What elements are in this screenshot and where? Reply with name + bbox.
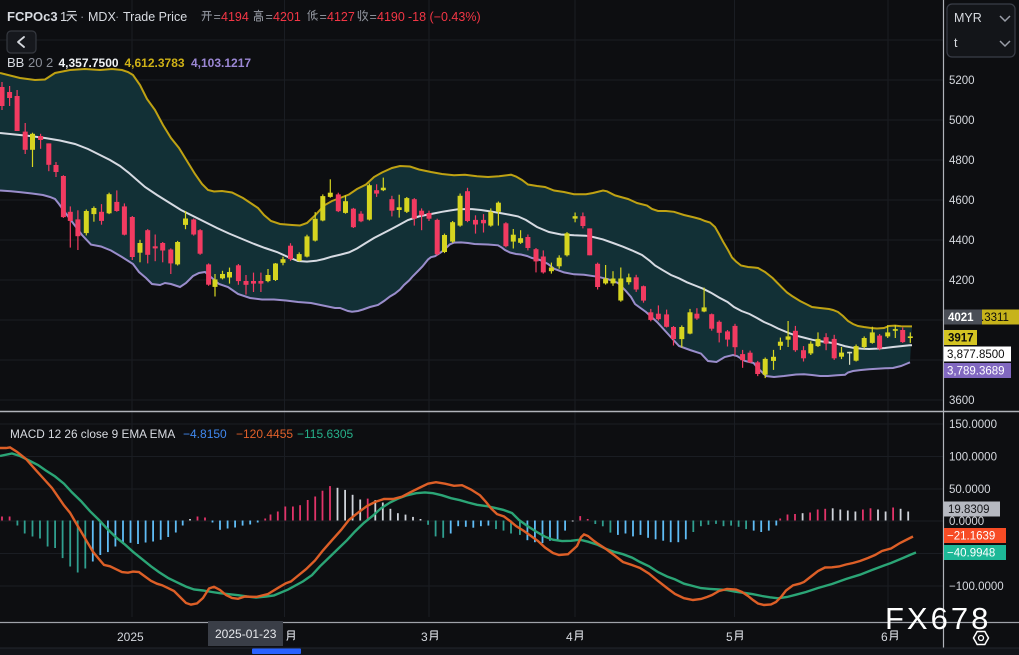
svg-text:4201: 4201 [273,10,301,24]
svg-text:2025: 2025 [117,630,144,644]
svg-text:4,357.7500: 4,357.7500 [59,56,119,70]
svg-text:4200: 4200 [949,275,975,287]
svg-text:1: 1 [60,9,67,24]
svg-text:50.0000: 50.0000 [949,484,991,496]
svg-text:150.0000: 150.0000 [949,419,997,431]
svg-text:4: 4 [566,630,573,644]
svg-text:·: · [115,9,119,24]
svg-text:−4.8150: −4.8150 [183,427,227,441]
svg-text:4,612.3783: 4,612.3783 [125,56,185,70]
svg-text:−21.1639: −21.1639 [947,531,995,543]
svg-text:Trade Price: Trade Price [123,10,187,24]
svg-text:.3311: .3311 [981,312,1009,324]
svg-text:·: · [52,9,56,24]
svg-text:5200: 5200 [949,75,975,87]
svg-text:−115.6305: −115.6305 [297,427,353,441]
svg-text:3600: 3600 [949,395,975,407]
svg-text:4194: 4194 [221,10,249,24]
svg-text:·: · [80,9,84,24]
svg-text:4021: 4021 [948,312,974,324]
svg-text:FX678: FX678 [885,601,991,636]
svg-text:0.0000: 0.0000 [949,516,984,528]
svg-text:3917: 3917 [948,333,974,345]
svg-text:=: = [214,10,221,24]
svg-text:4127: 4127 [327,10,355,24]
svg-text:4400: 4400 [949,235,975,247]
svg-text:FCPOc3: FCPOc3 [7,9,58,24]
svg-text:100.0000: 100.0000 [949,452,997,464]
svg-text:4,103.1217: 4,103.1217 [191,56,251,70]
svg-text:−120.4455: −120.4455 [236,427,293,441]
svg-text:3,877.8500: 3,877.8500 [947,349,1005,361]
svg-text:2025-01-23: 2025-01-23 [215,627,277,641]
svg-text:4190: 4190 [377,10,405,24]
svg-text:5000: 5000 [949,115,975,127]
svg-text:3: 3 [421,630,428,644]
svg-text:3,789.3689: 3,789.3689 [947,366,1005,378]
svg-text:MDX: MDX [88,10,116,24]
svg-text:BB 20 2: BB 20 2 [7,55,53,70]
svg-text:5: 5 [726,630,733,644]
svg-text:−40.9948: −40.9948 [947,548,995,560]
svg-text:4800: 4800 [949,155,975,167]
svg-text:19.8309: 19.8309 [948,504,990,516]
svg-text:−100.0000: −100.0000 [949,581,1004,593]
svg-text:-18 (−0.43%): -18 (−0.43%) [408,10,481,24]
svg-text:4600: 4600 [949,195,975,207]
svg-text:=: = [320,10,327,24]
svg-text:=: = [370,10,377,24]
svg-text:MYR: MYR [954,11,982,25]
svg-text:=: = [266,10,273,24]
svg-text:MACD 12 26 close 9 EMA EMA: MACD 12 26 close 9 EMA EMA [10,427,175,441]
svg-text:t: t [954,36,958,50]
